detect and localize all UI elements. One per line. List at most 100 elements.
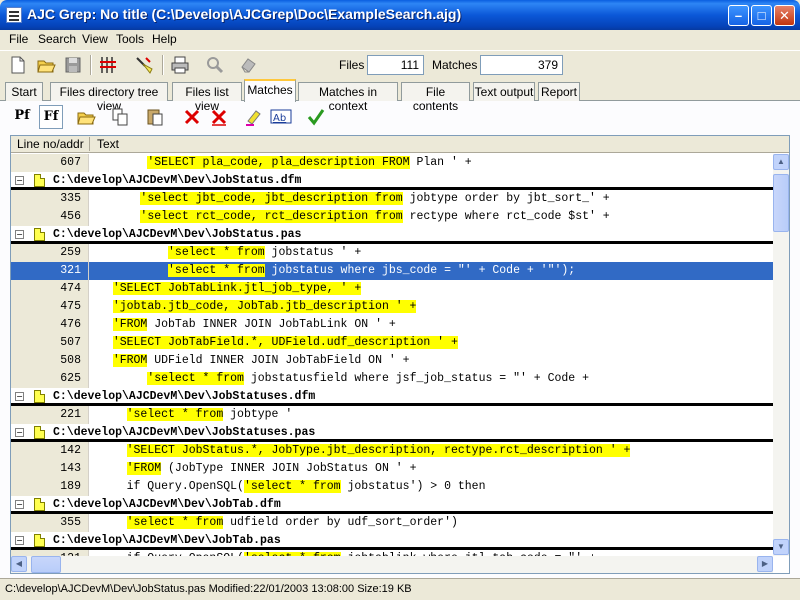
match-row[interactable]: 507 'SELECT JobTabField.*, UDField.udf_d…	[11, 334, 773, 352]
match-row[interactable]: 143 'FROM (JobType INNER JOIN JobStatus …	[11, 460, 773, 478]
erase-icon[interactable]	[238, 55, 258, 75]
match-row[interactable]: 142 'SELECT JobStatus.*, JobType.jbt_des…	[11, 442, 773, 460]
match-highlight: 'select * from	[168, 246, 265, 259]
file-group-row[interactable]: − C:\develop\AJCDevM\Dev\JobStatus.dfm	[11, 172, 773, 190]
delete-all-icon[interactable]	[209, 107, 229, 127]
file-group-row[interactable]: − C:\develop\AJCDevM\Dev\JobStatuses.dfm	[11, 388, 773, 406]
collapse-icon[interactable]: −	[15, 176, 24, 185]
collapse-icon[interactable]: −	[15, 500, 24, 509]
match-row[interactable]: 355 'select * from udfield order by udf_…	[11, 514, 773, 532]
menu-tools[interactable]: Tools	[116, 32, 144, 46]
match-highlight: 'select rct_code, rct_description from	[140, 210, 403, 223]
highlight-icon[interactable]	[244, 107, 264, 127]
file-group-row[interactable]: − C:\develop\AJCDevM\Dev\JobTab.pas	[11, 532, 773, 550]
file-icon	[34, 498, 45, 511]
copy-icon[interactable]	[110, 107, 130, 127]
line-number: 259	[60, 246, 81, 259]
match-row[interactable]: 189 if Query.OpenSQL('select * from jobs…	[11, 478, 773, 496]
matches-toolbar: Pf Ff Ab	[0, 102, 800, 132]
header-text[interactable]: Text	[97, 137, 119, 151]
match-row[interactable]: 321 'select * from jobstatus where jbs_c…	[11, 262, 773, 280]
tab-strip: Start Files directory tree view Files li…	[0, 78, 800, 113]
match-text-after: jobtype order by jbt_sort_' +	[402, 192, 610, 205]
menu-search[interactable]: Search	[38, 32, 76, 46]
match-row[interactable]: 475 'jobtab.jtb_code, JobTab.jtb_descrip…	[11, 298, 773, 316]
tab-file-contents[interactable]: File contents	[401, 82, 470, 113]
menu-file[interactable]: File	[9, 32, 28, 46]
menu-view[interactable]: View	[82, 32, 108, 46]
tab-files-list-view[interactable]: Files list view	[172, 82, 242, 113]
match-text-after: (JobType INNER JOIN JobStatus ON ' +	[161, 462, 417, 475]
tab-report[interactable]: Report	[538, 82, 580, 101]
file-group-row[interactable]: − C:\develop\AJCDevM\Dev\JobTab.dfm	[11, 496, 773, 514]
tab-files-directory-tree-view[interactable]: Files directory tree view	[50, 82, 168, 113]
line-number: 321	[60, 264, 81, 277]
match-highlight: 'select * from	[168, 264, 265, 277]
file-group-row[interactable]: − C:\develop\AJCDevM\Dev\JobStatuses.pas	[11, 424, 773, 442]
vertical-scroll-thumb[interactable]	[773, 174, 789, 232]
horizontal-scroll-thumb[interactable]	[31, 556, 61, 573]
open-folder-icon[interactable]	[36, 55, 56, 75]
match-row[interactable]: 456 'select rct_code, rct_description fr…	[11, 208, 773, 226]
case-sensitive-icon[interactable]: Ab	[270, 107, 292, 127]
match-row[interactable]: 474 'SELECT JobTabLink.jtl_job_type, ' +	[11, 280, 773, 298]
search-run-icon[interactable]	[98, 55, 118, 75]
line-number: 476	[60, 318, 81, 331]
match-highlight: 'FROM	[126, 462, 162, 475]
horizontal-scrollbar[interactable]: ◀ ▶	[11, 556, 773, 573]
collapse-icon[interactable]: −	[15, 428, 24, 437]
maximize-button[interactable]: □	[751, 5, 772, 26]
match-row[interactable]: 607 'SELECT pla_code, pla_description FR…	[11, 154, 773, 172]
tab-text-output[interactable]: Text output	[473, 82, 535, 101]
menu-help[interactable]: Help	[152, 32, 177, 46]
match-text: 'jobtab.jtb_code, JobTab.jtb_description…	[99, 300, 417, 313]
tab-matches-in-context[interactable]: Matches in context	[298, 82, 398, 113]
delete-icon[interactable]	[182, 107, 202, 127]
tab-matches[interactable]: Matches	[244, 79, 296, 102]
vertical-scrollbar[interactable]: ▲ ▼	[773, 154, 789, 556]
match-text-after: jobstatus ' +	[264, 246, 362, 259]
match-row[interactable]: 335 'select jbt_code, jbt_description fr…	[11, 190, 773, 208]
line-number: 142	[60, 444, 81, 457]
match-row[interactable]: 259 'select * from jobstatus ' +	[11, 244, 773, 262]
collapse-icon[interactable]: −	[15, 536, 24, 545]
save-icon[interactable]	[63, 55, 83, 75]
minimize-button[interactable]: –	[728, 5, 749, 26]
zoom-icon[interactable]	[205, 55, 225, 75]
filter-icon[interactable]	[134, 55, 154, 75]
scroll-up-icon[interactable]: ▲	[773, 154, 789, 170]
scroll-down-icon[interactable]: ▼	[773, 539, 789, 555]
ff-button[interactable]: Ff	[39, 105, 63, 129]
file-group-row[interactable]: − C:\develop\AJCDevM\Dev\JobStatus.pas	[11, 226, 773, 244]
tab-start[interactable]: Start	[5, 82, 43, 101]
match-row[interactable]: 476 'FROM JobTab INNER JOIN JobTabLink O…	[11, 316, 773, 334]
match-row[interactable]: 625 'select * from jobstatusfield where …	[11, 370, 773, 388]
match-text: 'select jbt_code, jbt_description from j…	[99, 192, 610, 205]
check-icon[interactable]	[306, 107, 326, 127]
new-file-icon[interactable]	[8, 55, 28, 75]
paste-icon[interactable]	[145, 107, 165, 127]
app-icon[interactable]	[6, 7, 22, 23]
line-number: 221	[60, 408, 81, 421]
pf-button[interactable]: Pf	[10, 105, 34, 129]
match-text-before	[99, 372, 147, 385]
scroll-right-icon[interactable]: ▶	[757, 556, 773, 572]
collapse-icon[interactable]: −	[15, 392, 24, 401]
match-text-before	[99, 156, 147, 169]
line-number: 143	[60, 462, 81, 475]
match-text-before	[99, 444, 127, 457]
print-icon[interactable]	[170, 55, 190, 75]
header-line-no[interactable]: Line no/addr	[17, 137, 84, 151]
match-text: 'select * from jobstatus ' +	[99, 246, 361, 259]
match-row[interactable]: 508 'FROM UDField INNER JOIN JobTabField…	[11, 352, 773, 370]
open-folder-icon[interactable]	[76, 107, 96, 127]
close-button[interactable]: ✕	[774, 5, 795, 26]
matches-label: Matches	[432, 58, 478, 72]
match-text: 'FROM (JobType INNER JOIN JobStatus ON '…	[99, 462, 416, 475]
match-text: 'select rct_code, rct_description from r…	[99, 210, 610, 223]
scroll-left-icon[interactable]: ◀	[11, 556, 27, 572]
match-row[interactable]: 221 'select * from jobtype '	[11, 406, 773, 424]
line-number: 474	[60, 282, 81, 295]
title-bar[interactable]: AJC Grep: No title (C:\Develop\AJCGrep\D…	[0, 0, 800, 30]
collapse-icon[interactable]: −	[15, 230, 24, 239]
